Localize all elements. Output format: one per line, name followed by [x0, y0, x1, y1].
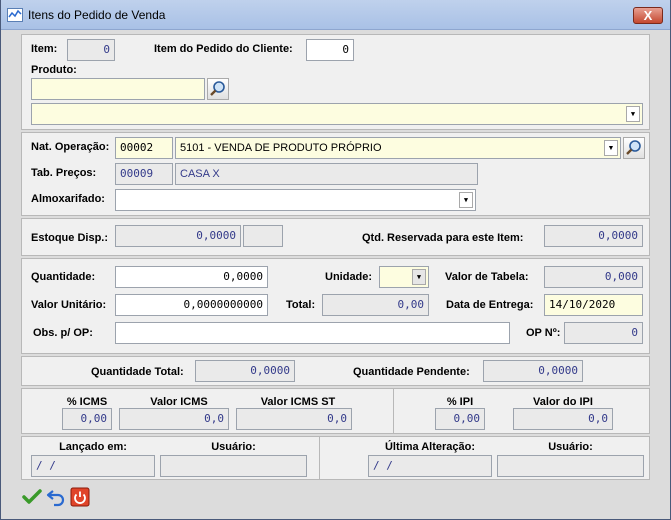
items-dialog: Itens do Pedido de Venda X Item: 0 Item …	[0, 0, 671, 520]
estoque-unit-field	[243, 225, 283, 247]
taxes-divider	[393, 389, 394, 433]
unidade-select[interactable]: ▼	[379, 266, 429, 288]
ipi-pct-field: 0,00	[435, 408, 485, 430]
client-item-field[interactable]: 0	[306, 39, 354, 61]
reserved-label: Qtd. Reservada para este Item:	[362, 232, 524, 244]
stock-panel: Estoque Disp.: 0,0000 Qtd. Reservada par…	[21, 218, 650, 256]
usuario1-field	[160, 455, 307, 477]
unidade-label: Unidade:	[325, 271, 373, 283]
power-icon	[70, 487, 90, 507]
taxes-panel: % ICMS 0,00 Valor ICMS 0,0 Valor ICMS ST…	[21, 388, 650, 434]
chevron-down-icon[interactable]: ▼	[459, 192, 473, 208]
estoque-label: Estoque Disp.:	[31, 232, 109, 244]
entrega-field[interactable]: 14/10/2020	[544, 294, 643, 316]
close-icon: X	[643, 8, 653, 23]
usuario1-label: Usuário:	[211, 441, 256, 453]
produto-code-field[interactable]	[31, 78, 205, 100]
product-panel: Item: 0 Item do Pedido do Cliente: 0 Pro…	[21, 34, 650, 130]
qtd-pend-label: Quantidade Pendente:	[353, 366, 470, 378]
chart-app-icon	[7, 8, 23, 22]
close-button[interactable]: X	[633, 7, 663, 24]
total-label: Total:	[286, 299, 316, 311]
reserved-field: 0,0000	[544, 225, 643, 247]
search-icon	[210, 81, 225, 96]
ipi-val-field: 0,0	[513, 408, 613, 430]
audit-panel: Lançado em: / / Usuário: Última Alteraçã…	[21, 436, 650, 480]
item-field: 0	[67, 39, 115, 61]
confirm-check-icon	[22, 489, 42, 504]
nat-code-field[interactable]: 00002	[115, 137, 173, 159]
icms-st-label: Valor ICMS ST	[260, 396, 336, 408]
quantidade-field[interactable]: 0,0000	[115, 266, 268, 288]
produto-label: Produto:	[31, 64, 77, 76]
almox-label: Almoxarifado:	[31, 193, 105, 205]
operation-panel: Nat. Operação: 00002 5101 - VENDA DE PRO…	[21, 132, 650, 216]
ipi-pct-label: % IPI	[446, 396, 474, 408]
icms-val-label: Valor ICMS	[150, 396, 208, 408]
quantity-panel: Quantidade: 0,0000 Unidade: ▼ Valor de T…	[21, 258, 650, 354]
client-item-label: Item do Pedido do Cliente:	[154, 43, 293, 55]
icms-pct-field: 0,00	[62, 408, 112, 430]
entrega-label: Data de Entrega:	[446, 299, 534, 311]
icms-pct-label: % ICMS	[66, 396, 108, 408]
chevron-down-icon[interactable]: ▼	[626, 106, 640, 122]
confirm-button[interactable]	[21, 486, 43, 508]
produto-desc-select[interactable]: ▼	[31, 103, 643, 125]
item-label: Item:	[31, 43, 58, 55]
nat-desc-value: 5101 - VENDA DE PRODUTO PRÓPRIO	[180, 142, 382, 154]
valor-unitario-field[interactable]: 0,0000000000	[115, 294, 268, 316]
almox-select[interactable]: ▼	[115, 189, 476, 211]
valor-unitario-label: Valor Unitário:	[31, 299, 107, 311]
title-bar: Itens do Pedido de Venda X	[1, 0, 670, 30]
obs-label: Obs. p/ OP:	[33, 327, 93, 339]
tab-label: Tab. Preços:	[31, 167, 97, 179]
search-icon	[626, 140, 641, 155]
estoque-field: 0,0000	[115, 225, 241, 247]
lancado-label: Lançado em:	[59, 441, 127, 453]
usuario2-label: Usuário:	[548, 441, 593, 453]
window-title: Itens do Pedido de Venda	[28, 8, 166, 22]
total-field: 0,00	[322, 294, 429, 316]
nat-search-button[interactable]	[623, 137, 645, 159]
usuario2-field	[497, 455, 644, 477]
produto-search-button[interactable]	[207, 78, 229, 100]
chevron-down-icon[interactable]: ▼	[604, 140, 618, 156]
nat-label: Nat. Operação:	[31, 141, 110, 153]
tab-code-field: 00009	[115, 163, 173, 185]
qtd-total-label: Quantidade Total:	[91, 366, 184, 378]
op-label: OP Nº:	[526, 327, 561, 339]
audit-divider	[319, 437, 320, 479]
icms-val-field: 0,0	[119, 408, 229, 430]
obs-field[interactable]	[115, 322, 510, 344]
chevron-down-icon[interactable]: ▼	[412, 269, 426, 285]
lancado-field: / /	[31, 455, 155, 477]
alteracao-field: / /	[368, 455, 492, 477]
op-field: 0	[564, 322, 643, 344]
nat-desc-select[interactable]: 5101 - VENDA DE PRODUTO PRÓPRIO ▼	[175, 137, 621, 159]
tab-desc-field: CASA X	[175, 163, 478, 185]
quantidade-label: Quantidade:	[31, 271, 96, 283]
footer-toolbar	[11, 484, 662, 512]
exit-button[interactable]	[69, 486, 91, 508]
ipi-val-label: Valor do IPI	[533, 396, 593, 408]
undo-button[interactable]	[45, 486, 67, 508]
alteracao-label: Última Alteração:	[384, 441, 476, 453]
vtab-field: 0,000	[544, 266, 643, 288]
qtd-total-field: 0,0000	[195, 360, 295, 382]
vtab-label: Valor de Tabela:	[445, 271, 529, 283]
totals-panel: Quantidade Total: 0,0000 Quantidade Pend…	[21, 356, 650, 386]
icms-st-field: 0,0	[236, 408, 352, 430]
undo-icon	[46, 490, 65, 507]
qtd-pend-field: 0,0000	[483, 360, 583, 382]
